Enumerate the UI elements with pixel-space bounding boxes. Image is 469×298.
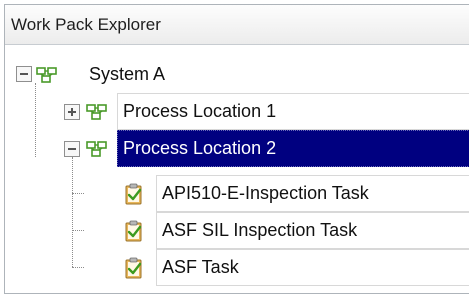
tree-node-process-location-1[interactable]: Process Location 1: [5, 93, 469, 130]
tree-node-task[interactable]: API510-E-Inspection Task: [5, 175, 469, 212]
task-clipboard-check-icon: [125, 257, 142, 279]
tree-node-label[interactable]: Process Location 1: [117, 93, 469, 130]
work-pack-tree[interactable]: System A Process Location 1 Process Loca…: [5, 53, 469, 293]
process-group-icon: [86, 141, 107, 157]
panel-title: Work Pack Explorer: [5, 5, 469, 45]
work-pack-explorer-panel: Work Pack Explorer System A Process Loca…: [4, 4, 469, 294]
tree-node-task[interactable]: ASF Task: [5, 249, 469, 286]
tree-node-process-location-2[interactable]: Process Location 2: [5, 130, 469, 167]
tree-node-label[interactable]: Process Location 2: [117, 130, 469, 167]
process-group-icon: [36, 67, 57, 83]
tree-node-task[interactable]: ASF SIL Inspection Task: [5, 212, 469, 249]
tree-node-label[interactable]: System A: [84, 56, 170, 93]
task-clipboard-check-icon: [125, 220, 142, 242]
process-group-icon: [86, 104, 107, 120]
tree-node-label[interactable]: API510-E-Inspection Task: [156, 175, 469, 212]
task-clipboard-check-icon: [125, 183, 142, 205]
expand-icon[interactable]: [64, 104, 80, 120]
tree-node-system-a[interactable]: System A: [5, 56, 469, 93]
collapse-icon[interactable]: [16, 66, 32, 82]
tree-node-label[interactable]: ASF Task: [156, 249, 469, 286]
tree-node-label[interactable]: ASF SIL Inspection Task: [156, 212, 469, 249]
collapse-icon[interactable]: [64, 141, 80, 157]
